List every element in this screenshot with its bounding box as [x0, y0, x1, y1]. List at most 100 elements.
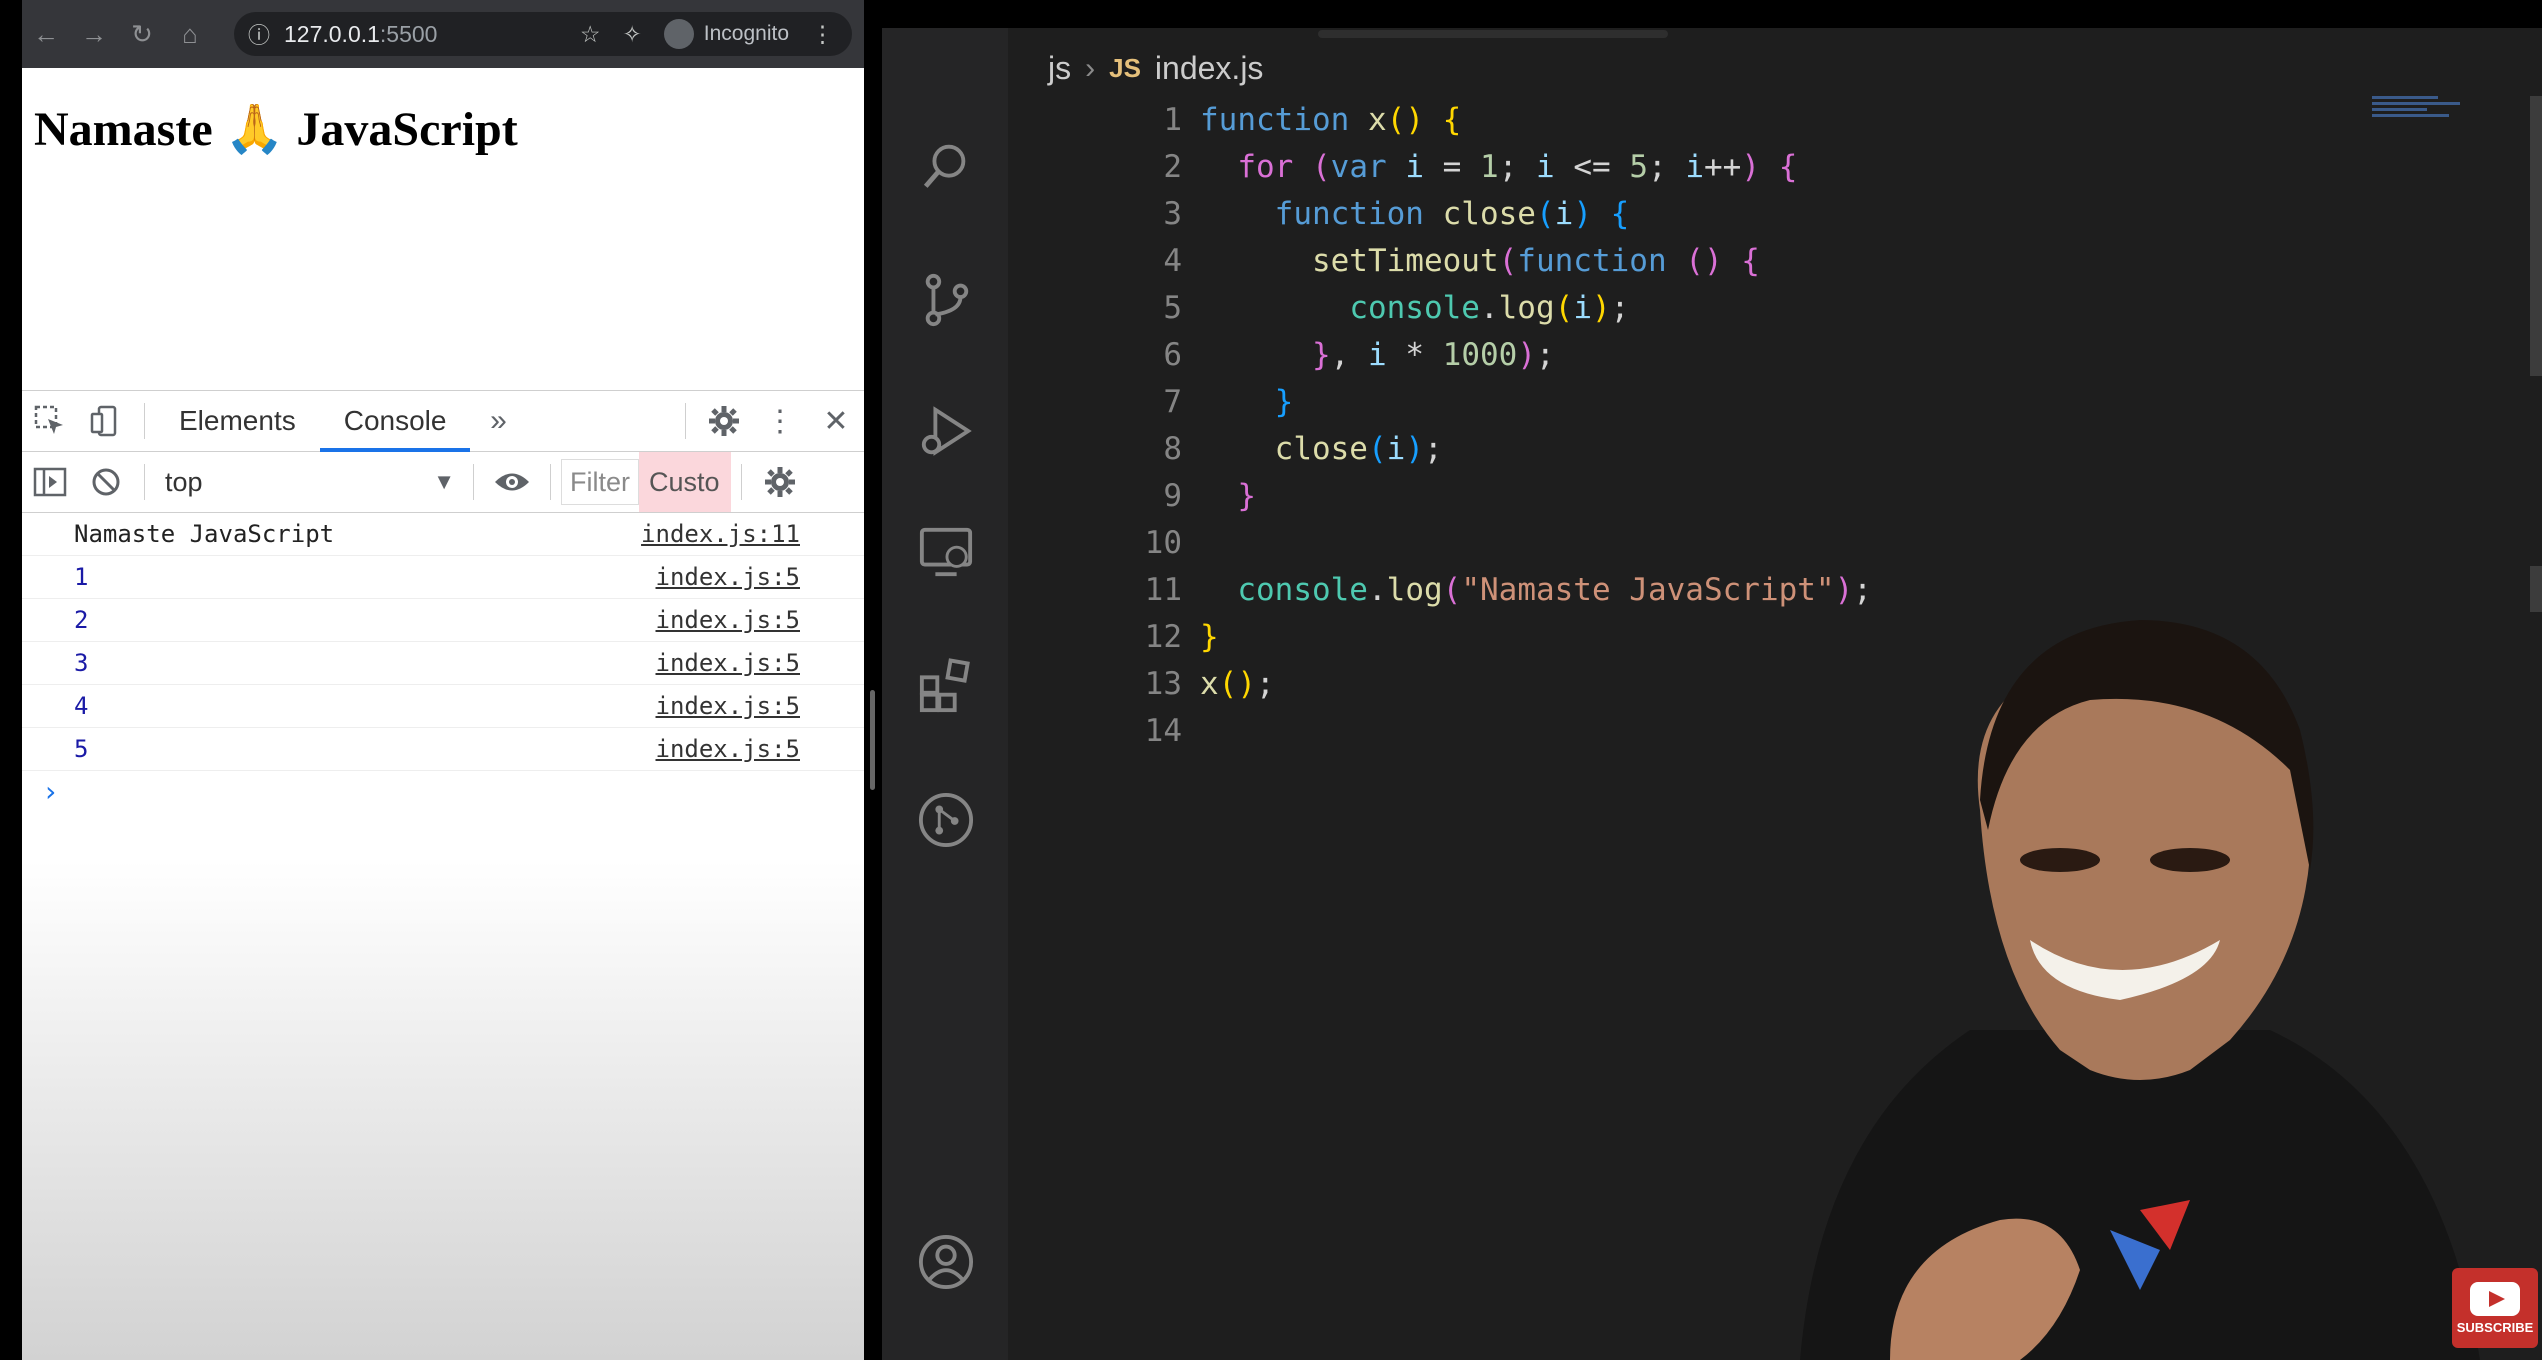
- console-settings-gear-icon[interactable]: [752, 452, 808, 512]
- scrollbar-marker: [2530, 566, 2542, 612]
- incognito-badge[interactable]: Incognito: [663, 19, 789, 49]
- address-bar[interactable]: ⓘ 127.0.0.1:5500 ☆ ✧ Incognito ⋮: [234, 12, 852, 56]
- back-icon[interactable]: ←: [22, 0, 70, 68]
- code-line: 9 }: [1008, 472, 1256, 519]
- code-line: 11 console.log("Namaste JavaScript");: [1008, 566, 1872, 613]
- code-content: }: [1237, 477, 1256, 514]
- pane-resize-handle[interactable]: [870, 690, 875, 790]
- breadcrumb-file[interactable]: index.js: [1155, 50, 1264, 87]
- dropdown-caret-icon: ▼: [433, 469, 455, 494]
- line-number: 1: [1163, 101, 1182, 138]
- toolbar-divider: [473, 464, 474, 500]
- source-control-icon[interactable]: [918, 272, 974, 328]
- code-line: 8 close(i);: [1008, 425, 1442, 472]
- horizontal-scroll-indicator[interactable]: [1318, 30, 1668, 38]
- window-top-strip: [882, 0, 2542, 28]
- code-line: 3 function close(i) {: [1008, 190, 1629, 237]
- console-filter-input[interactable]: Filter: [561, 459, 639, 505]
- code-content: console.log(i);: [1349, 289, 1630, 326]
- source-link[interactable]: index.js:11: [641, 520, 800, 548]
- code-line: 2 for (var i = 1; i <= 5; i++) {: [1008, 143, 1797, 190]
- vertical-scrollbar[interactable]: [2530, 96, 2542, 376]
- account-icon[interactable]: [918, 1234, 974, 1290]
- youtube-play-icon: [2470, 1281, 2520, 1316]
- toolbar-divider: [741, 464, 742, 500]
- code-content: }: [1200, 618, 1219, 655]
- code-content: for (var i = 1; i <= 5; i++) {: [1237, 148, 1798, 185]
- source-link[interactable]: index.js:5: [656, 606, 801, 634]
- search-icon[interactable]: [918, 138, 974, 194]
- live-expression-eye-icon[interactable]: [484, 452, 540, 512]
- breadcrumb-folder[interactable]: js: [1048, 50, 1071, 87]
- extensions-icon[interactable]: [918, 658, 974, 714]
- line-number: 11: [1144, 571, 1182, 608]
- code-line: 13 x();: [1008, 660, 1275, 707]
- address-url: 127.0.0.1:5500: [284, 20, 438, 47]
- javascript-file-icon: JS: [1109, 53, 1141, 83]
- line-number: 13: [1144, 665, 1182, 702]
- presenter-webcam-overlay: [1800, 620, 2480, 1360]
- page-heading: Namaste 🙏 JavaScript: [34, 103, 518, 156]
- show-sidebar-icon[interactable]: [22, 452, 78, 512]
- tab-console[interactable]: Console: [319, 391, 471, 452]
- close-icon[interactable]: ✕: [808, 391, 864, 451]
- device-toolbar-icon[interactable]: [78, 391, 134, 451]
- settings-gear-icon[interactable]: [696, 391, 752, 451]
- source-link[interactable]: index.js:5: [656, 563, 801, 591]
- home-icon[interactable]: ⌂: [166, 0, 214, 68]
- code-line: 4 setTimeout(function () {: [1008, 237, 1760, 284]
- code-line: 10: [1008, 519, 1182, 566]
- source-link[interactable]: index.js:5: [656, 692, 801, 720]
- devtools-panel: Elements Console » ⋮ ✕ top ▼ Filter Cust…: [22, 390, 864, 1360]
- minimap[interactable]: [2372, 96, 2482, 136]
- tab-elements[interactable]: Elements: [155, 391, 320, 451]
- line-number: 4: [1163, 242, 1182, 279]
- source-link[interactable]: index.js:5: [656, 735, 801, 763]
- code-content: function close(i) {: [1274, 195, 1630, 232]
- console-message: 1 index.js:5: [22, 556, 864, 599]
- source-link[interactable]: index.js:5: [656, 649, 801, 677]
- more-tabs-icon[interactable]: »: [470, 391, 526, 451]
- console-message: Namaste JavaScript index.js:11: [22, 513, 864, 556]
- reload-icon[interactable]: ↻: [118, 0, 166, 68]
- bookmark-star-icon[interactable]: ☆: [580, 21, 601, 48]
- code-line: 14: [1008, 707, 1182, 754]
- clear-console-icon[interactable]: [78, 452, 134, 512]
- console-messages: Namaste JavaScript index.js:11 1 index.j…: [22, 513, 864, 811]
- line-number: 10: [1144, 524, 1182, 561]
- code-editor[interactable]: 1 function x() { 2 for (var i = 1; i <= 5…: [1008, 96, 1872, 754]
- browser-menu-icon[interactable]: ⋮: [811, 21, 834, 48]
- inspect-element-icon[interactable]: [22, 391, 78, 451]
- console-message: 3 index.js:5: [22, 642, 864, 685]
- site-info-icon[interactable]: ⓘ: [234, 18, 284, 50]
- context-selector[interactable]: top ▼: [155, 452, 463, 512]
- log-levels-dropdown[interactable]: Custo: [639, 452, 731, 512]
- git-graph-icon[interactable]: [918, 792, 974, 848]
- console-message: 2 index.js:5: [22, 599, 864, 642]
- console-message: 4 index.js:5: [22, 685, 864, 728]
- kebab-menu-icon[interactable]: ⋮: [752, 391, 808, 451]
- youtube-subscribe-button[interactable]: SUBSCRIBE: [2452, 1268, 2538, 1348]
- incognito-icon: [663, 19, 694, 49]
- line-number: 12: [1144, 618, 1182, 655]
- remote-explorer-icon[interactable]: [918, 524, 974, 580]
- console-toolbar: top ▼ Filter Custo: [22, 452, 864, 513]
- forward-icon[interactable]: →: [70, 0, 118, 68]
- code-content: function x() {: [1200, 101, 1462, 138]
- line-number: 8: [1163, 430, 1182, 467]
- code-line: 6 }, i * 1000);: [1008, 331, 1554, 378]
- code-line: 12}: [1008, 613, 1219, 660]
- toolbar-divider: [685, 403, 686, 439]
- console-message: 5 index.js:5: [22, 728, 864, 771]
- line-number: 5: [1163, 289, 1182, 326]
- code-line: 5 console.log(i);: [1008, 284, 1629, 331]
- activity-bar: [882, 28, 1008, 1360]
- run-debug-icon[interactable]: [918, 404, 974, 460]
- console-input-prompt[interactable]: ›: [22, 771, 864, 811]
- code-line: 7 }: [1008, 378, 1293, 425]
- code-content: x();: [1200, 665, 1275, 702]
- extensions-puzzle-icon[interactable]: ✧: [622, 21, 641, 48]
- toolbar-divider: [144, 403, 145, 439]
- line-number: 9: [1163, 477, 1182, 514]
- code-content: }, i * 1000);: [1311, 336, 1555, 373]
